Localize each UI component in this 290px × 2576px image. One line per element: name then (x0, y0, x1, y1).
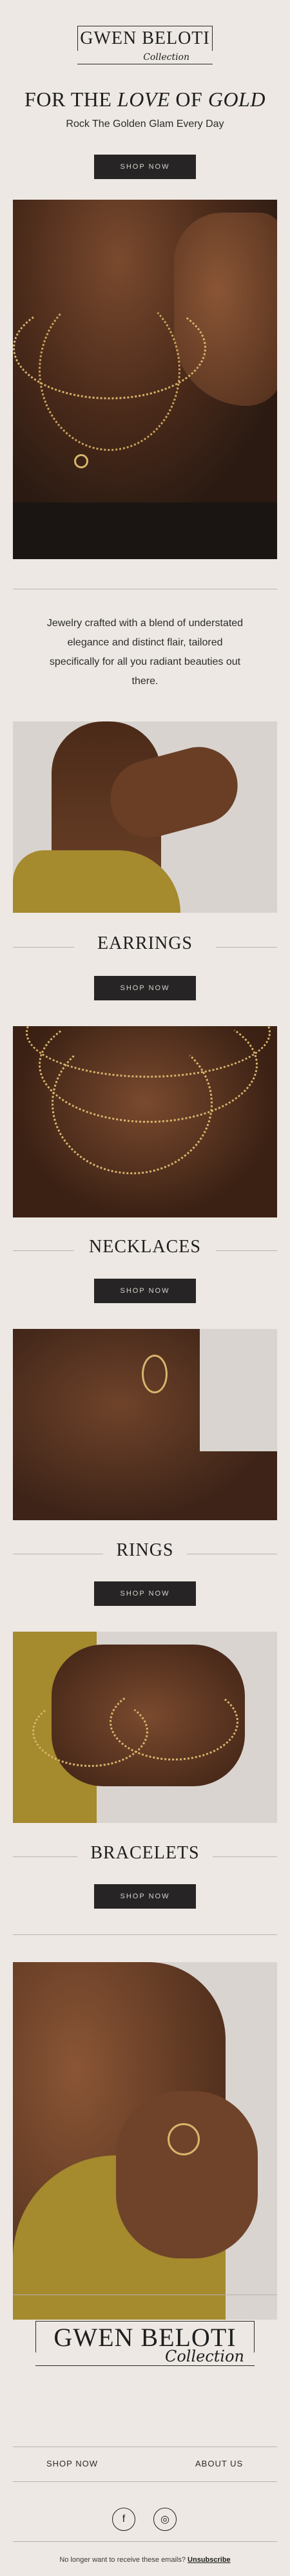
rings-title: RINGS (116, 1540, 174, 1560)
rings-image (13, 1329, 277, 1520)
footer-brand-script: Collection (164, 2347, 244, 2365)
necklaces-shop-now-button[interactable]: SHOP NOW (94, 1279, 196, 1303)
brand-logo[interactable]: GWEN BELOTI Collection (77, 26, 213, 64)
unsubscribe-line: No longer want to receive these emails? … (0, 2556, 290, 2564)
bracelets-title: BRACELETS (90, 1843, 200, 1863)
hero-image (13, 200, 277, 559)
brand-name: GWEN BELOTI (80, 28, 210, 48)
bracelets-image (13, 1632, 277, 1823)
hero-subtitle: Rock The Golden Glam Every Day (66, 119, 224, 129)
earrings-title: EARRINGS (97, 933, 193, 953)
hero-title: FOR THE LOVE OF GOLD (24, 88, 266, 111)
divider (13, 1934, 277, 1935)
divider (13, 2541, 277, 2542)
bracelets-shop-now-button[interactable]: SHOP NOW (94, 1884, 196, 1909)
instagram-icon[interactable]: ◎ (153, 2508, 177, 2531)
brand-script: Collection (143, 52, 189, 62)
closing-image (13, 1962, 277, 2320)
footer-brand-logo[interactable]: GWEN BELOTI Collection (35, 2321, 255, 2366)
unsubscribe-link[interactable]: Unsubscribe (188, 2556, 231, 2564)
necklaces-image (13, 1026, 277, 1217)
unsubscribe-text: No longer want to receive these emails? (59, 2556, 186, 2564)
earrings-shop-now-button[interactable]: SHOP NOW (94, 976, 196, 1000)
footer-link-about-us[interactable]: ABOUT US (195, 2459, 243, 2468)
email-page: GWEN BELOTI Collection FOR THE LOVE OF G… (0, 0, 290, 2576)
intro-text: Jewelry crafted with a blend of understa… (46, 618, 244, 687)
facebook-icon[interactable]: f (112, 2508, 135, 2531)
earrings-image (13, 721, 277, 913)
rings-shop-now-button[interactable]: SHOP NOW (94, 1581, 196, 1606)
necklaces-title: NECKLACES (89, 1237, 201, 1257)
divider (13, 2481, 277, 2482)
footer-link-shop-now[interactable]: SHOP NOW (46, 2459, 98, 2468)
hero-shop-now-button[interactable]: SHOP NOW (94, 155, 196, 179)
